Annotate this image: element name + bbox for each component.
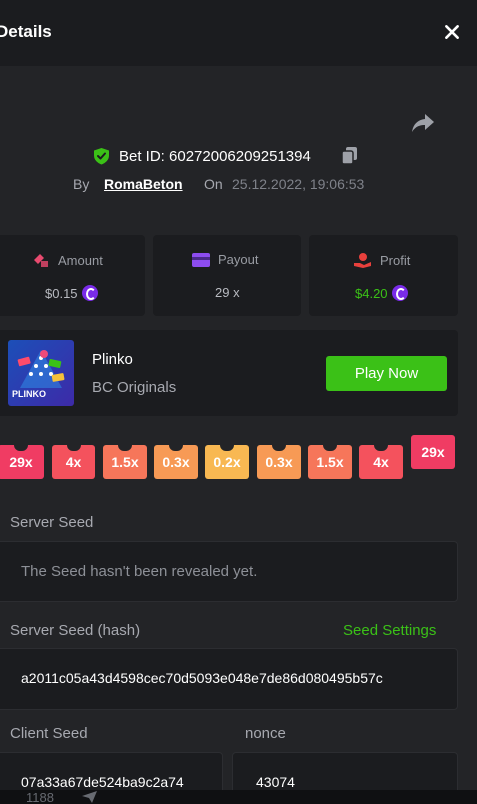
bet-date: 25.12.2022, 19:06:53 <box>232 176 365 192</box>
coin-icon <box>391 285 408 301</box>
amount-icon <box>34 254 48 267</box>
share-icon[interactable] <box>410 112 436 134</box>
amount-value: $0.15 <box>45 285 78 301</box>
multiplier-bucket: 1.5x <box>103 445 147 479</box>
plinko-logo-text: PLINKO <box>12 389 47 399</box>
multiplier-bucket: 4x <box>359 445 403 479</box>
profit-icon <box>354 253 371 268</box>
client-seed-value: 07a33a67de524ba9c2a74 <box>21 774 184 790</box>
on-label: On <box>204 176 223 192</box>
profit-label: Profit <box>380 252 411 268</box>
game-provider: BC Originals <box>92 379 177 396</box>
game-card: PLINKO Plinko BC Originals Play Now <box>0 330 458 416</box>
multiplier-bucket: 29x <box>0 445 44 479</box>
profit-value: $4.20 <box>355 285 388 301</box>
by-label: By <box>73 176 90 192</box>
client-seed-label: Client Seed <box>10 725 88 742</box>
server-seed-value: The Seed hasn't been revealed yet. <box>21 563 258 580</box>
seed-settings-link[interactable]: Seed Settings <box>343 622 436 639</box>
server-hash-label: Server Seed (hash) <box>10 622 141 639</box>
page-title: Details <box>0 22 52 41</box>
nonce-value: 43074 <box>256 774 295 790</box>
payout-label: Payout <box>218 252 259 267</box>
username-link[interactable]: RomaBeton <box>104 176 183 192</box>
multiplier-bucket: 1.5x <box>308 445 352 479</box>
amount-label: Amount <box>58 252 103 268</box>
details-header: Details <box>0 0 477 66</box>
multiplier-bucket: 0.2x <box>205 445 249 479</box>
bottom-bar: 1188 <box>0 790 477 804</box>
payout-value: 29 x <box>215 285 240 300</box>
server-seed-label: Server Seed <box>10 514 94 531</box>
bet-id: Bet ID: 60272006209251394 <box>119 148 311 165</box>
profit-card: Profit $4.20 <box>309 235 458 316</box>
payout-card: Payout 29 x <box>153 235 301 316</box>
server-hash-value: a2011c05a43d4598cec70d5093e048e7de86d080… <box>21 670 383 686</box>
server-hash-field[interactable]: a2011c05a43d4598cec70d5093e048e7de86d080… <box>0 648 458 710</box>
close-icon[interactable] <box>441 21 463 43</box>
multiplier-bucket: 0.3x <box>257 445 301 479</box>
shield-check-icon <box>94 148 109 165</box>
game-name: Plinko <box>92 351 133 368</box>
copy-icon[interactable] <box>341 146 358 165</box>
bet-id-row: Bet ID: 60272006209251394 <box>0 145 477 167</box>
bet-byline: By RomaBeton On 25.12.2022, 19:06:53 <box>0 174 477 194</box>
payout-icon <box>192 252 210 267</box>
nonce-label: nonce <box>245 725 286 742</box>
server-seed-field: The Seed hasn't been revealed yet. <box>0 541 458 602</box>
amount-card: Amount $0.15 <box>0 235 145 316</box>
send-icon[interactable] <box>82 791 97 803</box>
multiplier-bucket-hit: 29x <box>411 435 455 469</box>
plinko-thumbnail[interactable]: PLINKO <box>8 340 74 406</box>
play-now-button[interactable]: Play Now <box>326 356 447 391</box>
coin-icon <box>81 285 98 301</box>
online-count: 1188 <box>26 790 54 804</box>
multiplier-bucket: 0.3x <box>154 445 198 479</box>
multiplier-bucket: 4x <box>52 445 95 479</box>
